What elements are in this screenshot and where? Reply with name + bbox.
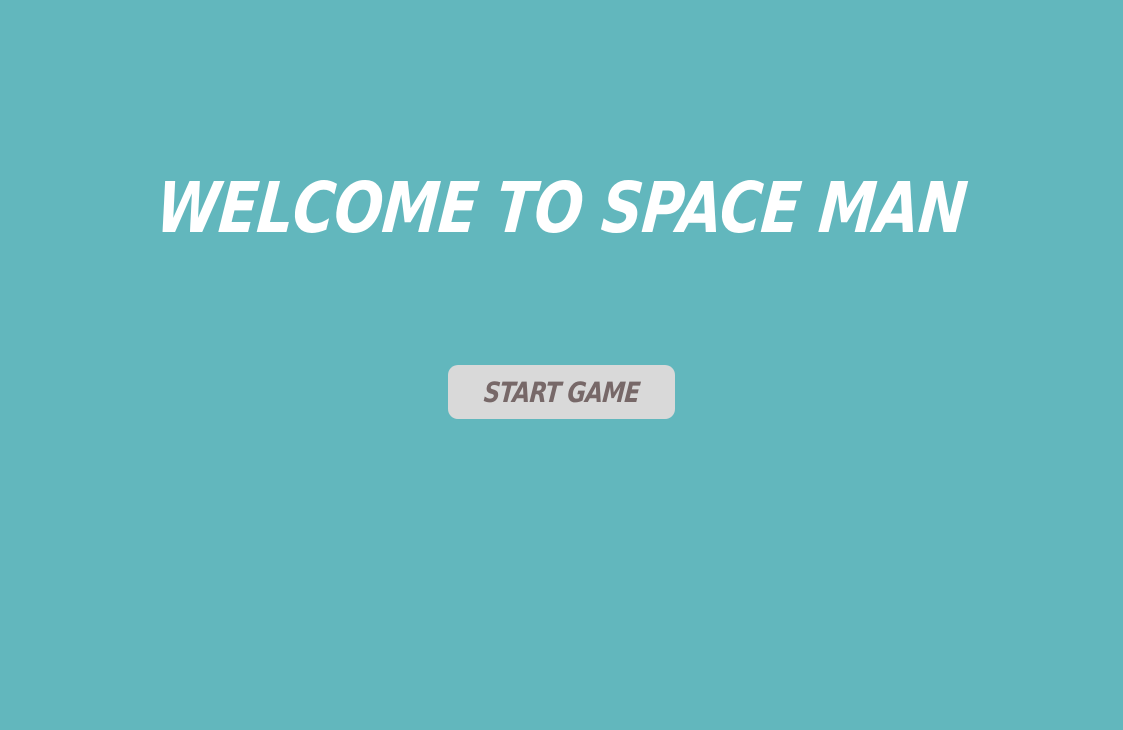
welcome-screen: WELCOME TO SPACE MAN START GAME [0, 0, 1123, 730]
start-game-button[interactable]: START GAME [448, 365, 675, 419]
game-title: WELCOME TO SPACE MAN [153, 167, 970, 249]
start-game-label: START GAME [482, 375, 641, 409]
